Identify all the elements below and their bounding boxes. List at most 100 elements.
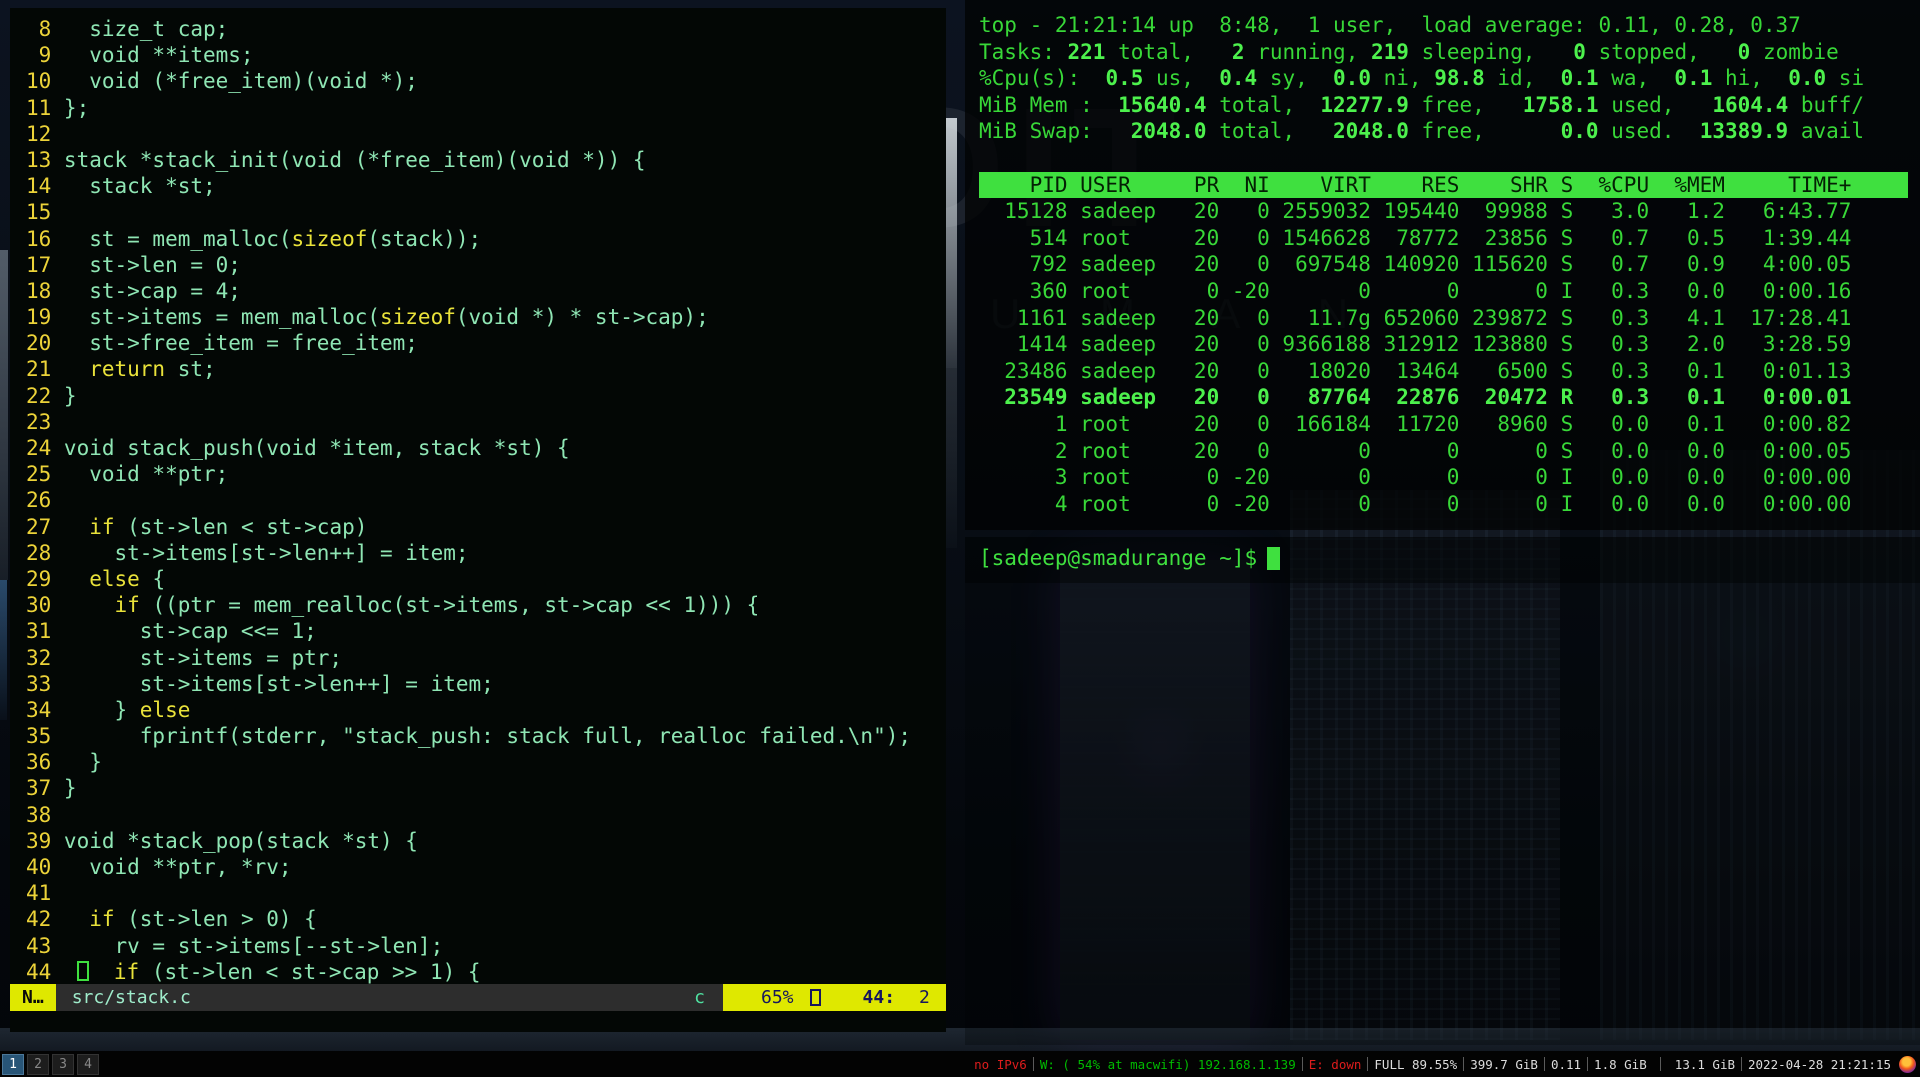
code-line: 10 void (*free_item)(void *);	[26, 68, 946, 94]
cursor-line-number: 44:	[863, 984, 896, 1011]
code-line: 27 if (st->len < st->cap)	[26, 514, 946, 540]
line-number: 35	[26, 723, 51, 749]
line-number: 15	[26, 199, 51, 225]
workspace-button-2[interactable]: 2	[27, 1054, 49, 1075]
top-summary-line: MiB Mem : 15640.4 total, 12277.9 free, 1…	[979, 92, 1908, 119]
line-number: 43	[26, 933, 51, 959]
shell-prompt-line[interactable]: [sadeep@smadurange ~]$	[965, 537, 1920, 583]
status-item: no IPv6	[974, 1057, 1027, 1072]
vim-command-line[interactable]	[10, 1011, 946, 1032]
wallpaper-left-edge-strip	[0, 250, 8, 580]
code-line: 22}	[26, 383, 946, 409]
line-number: 29	[26, 566, 51, 592]
code-line: 15	[26, 199, 946, 225]
glyph-box-icon	[810, 989, 821, 1006]
status-separator	[1463, 1057, 1464, 1071]
code-line: 13stack *stack_init(void (*free_item)(vo…	[26, 147, 946, 173]
status-separator	[1587, 1057, 1588, 1071]
line-number: 38	[26, 802, 51, 828]
scroll-percent: 65%	[761, 984, 794, 1011]
line-number: 30	[26, 592, 51, 618]
line-number: 31	[26, 618, 51, 644]
line-number: 40	[26, 854, 51, 880]
cursor-column-number: 2	[919, 984, 930, 1011]
line-number: 32	[26, 645, 51, 671]
line-number: 28	[26, 540, 51, 566]
vim-editor-window[interactable]: 8 size_t cap; 9 void **items;10 void (*f…	[10, 8, 946, 1032]
line-number: 13	[26, 147, 51, 173]
code-line: 9 void **items;	[26, 42, 946, 68]
code-line: 21 return st;	[26, 356, 946, 382]
line-number: 14	[26, 173, 51, 199]
terminal-block-cursor	[1267, 547, 1280, 570]
code-line: 31 st->cap <<= 1;	[26, 618, 946, 644]
status-separator	[1544, 1057, 1545, 1071]
flame-tray-icon[interactable]	[1899, 1056, 1916, 1073]
status-separator	[1302, 1057, 1303, 1071]
code-line: 28 st->items[st->len++] = item;	[26, 540, 946, 566]
taskbar: 1234 no IPv6 W: ( 54% at macwifi) 192.168…	[0, 1051, 1920, 1077]
code-line: 43 rv = st->items[--st->len];	[26, 933, 946, 959]
line-number: 18	[26, 278, 51, 304]
code-line: 30 if ((ptr = mem_realloc(st->items, st-…	[26, 592, 946, 618]
status-separator	[1367, 1057, 1368, 1071]
top-summary: top - 21:21:14 up 8:48, 1 user, load ave…	[979, 12, 1908, 145]
process-row: 360 root 0 -20 0 0 0 I 0.3 0.0 0:00.16	[979, 278, 1908, 305]
workspace-button-1[interactable]: 1	[2, 1054, 24, 1075]
code-line: 36 }	[26, 749, 946, 775]
shell-prompt: [sadeep@smadurange ~]$	[979, 546, 1257, 570]
status-item: E: down	[1309, 1057, 1362, 1072]
statusline-position-segment: 65% 44: 2	[723, 984, 946, 1011]
code-line: 35 fprintf(stderr, "stack_push: stack fu…	[26, 723, 946, 749]
status-separator	[1741, 1057, 1742, 1071]
code-line: 29 else {	[26, 566, 946, 592]
line-number: 33	[26, 671, 51, 697]
code-area[interactable]: 8 size_t cap; 9 void **items;10 void (*f…	[10, 8, 946, 984]
process-row: 23549 sadeep 20 0 87764 22876 20472 R 0.…	[979, 384, 1908, 411]
code-line: 42 if (st->len > 0) {	[26, 906, 946, 932]
code-line: 41	[26, 880, 946, 906]
vim-statusline: N… src/stack.c c 65% 44: 2	[10, 984, 946, 1011]
code-line: 18 st->cap = 4;	[26, 278, 946, 304]
line-number: 44	[26, 959, 51, 984]
status-item: 0.11	[1551, 1057, 1581, 1072]
code-line: 16 st = mem_malloc(sizeof(stack));	[26, 226, 946, 252]
process-row: 2 root 20 0 0 0 0 S 0.0 0.0 0:00.05	[979, 438, 1908, 465]
line-number: 10	[26, 68, 51, 94]
status-item: 1.8 GiB	[1594, 1057, 1654, 1072]
code-line: 34 } else	[26, 697, 946, 723]
workspace-button-4[interactable]: 4	[77, 1054, 99, 1075]
code-line: 40 void **ptr, *rv;	[26, 854, 946, 880]
code-line: 12	[26, 121, 946, 147]
code-line: 20 st->free_item = free_item;	[26, 330, 946, 356]
status-item: W: ( 54% at macwifi) 192.168.1.139	[1040, 1057, 1296, 1072]
process-table-header: PID USER PR NI VIRT RES SHR S %CPU %MEM …	[979, 172, 1908, 199]
process-row: 792 sadeep 20 0 697548 140920 115620 S 0…	[979, 251, 1908, 278]
code-line: 19 st->items = mem_malloc(sizeof(void *)…	[26, 304, 946, 330]
status-separator	[1660, 1057, 1661, 1071]
top-summary-line: MiB Swap: 2048.0 total, 2048.0 free, 0.0…	[979, 118, 1908, 145]
status-item: 399.7 GiB	[1470, 1057, 1538, 1072]
code-line: 44 if (st->len < st->cap >> 1) {	[26, 959, 946, 984]
vim-hollow-cursor	[77, 961, 89, 981]
process-row: 1 root 20 0 166184 11720 8960 S 0.0 0.1 …	[979, 411, 1908, 438]
line-number: 34	[26, 697, 51, 723]
top-summary-line: %Cpu(s): 0.5 us, 0.4 sy, 0.0 ni, 98.8 id…	[979, 65, 1908, 92]
code-line: 38	[26, 802, 946, 828]
process-row: 23486 sadeep 20 0 18020 13464 6500 S 0.3…	[979, 358, 1908, 385]
line-number: 41	[26, 880, 51, 906]
line-number: 23	[26, 409, 51, 435]
top-terminal-window[interactable]: top - 21:21:14 up 8:48, 1 user, load ave…	[965, 0, 1920, 530]
status-item: 13.1 GiB	[1667, 1057, 1735, 1072]
status-separator	[1033, 1057, 1034, 1071]
workspace-button-3[interactable]: 3	[52, 1054, 74, 1075]
code-line: 24void stack_push(void *item, stack *st)…	[26, 435, 946, 461]
code-line: 37}	[26, 775, 946, 801]
vim-mode-badge: N…	[10, 984, 56, 1011]
line-number: 25	[26, 461, 51, 487]
code-line: 32 st->items = ptr;	[26, 645, 946, 671]
line-number: 36	[26, 749, 51, 775]
line-number: 17	[26, 252, 51, 278]
shell-terminal-window[interactable]: [sadeep@smadurange ~]$	[965, 537, 1920, 1045]
code-line: 33 st->items[st->len++] = item;	[26, 671, 946, 697]
